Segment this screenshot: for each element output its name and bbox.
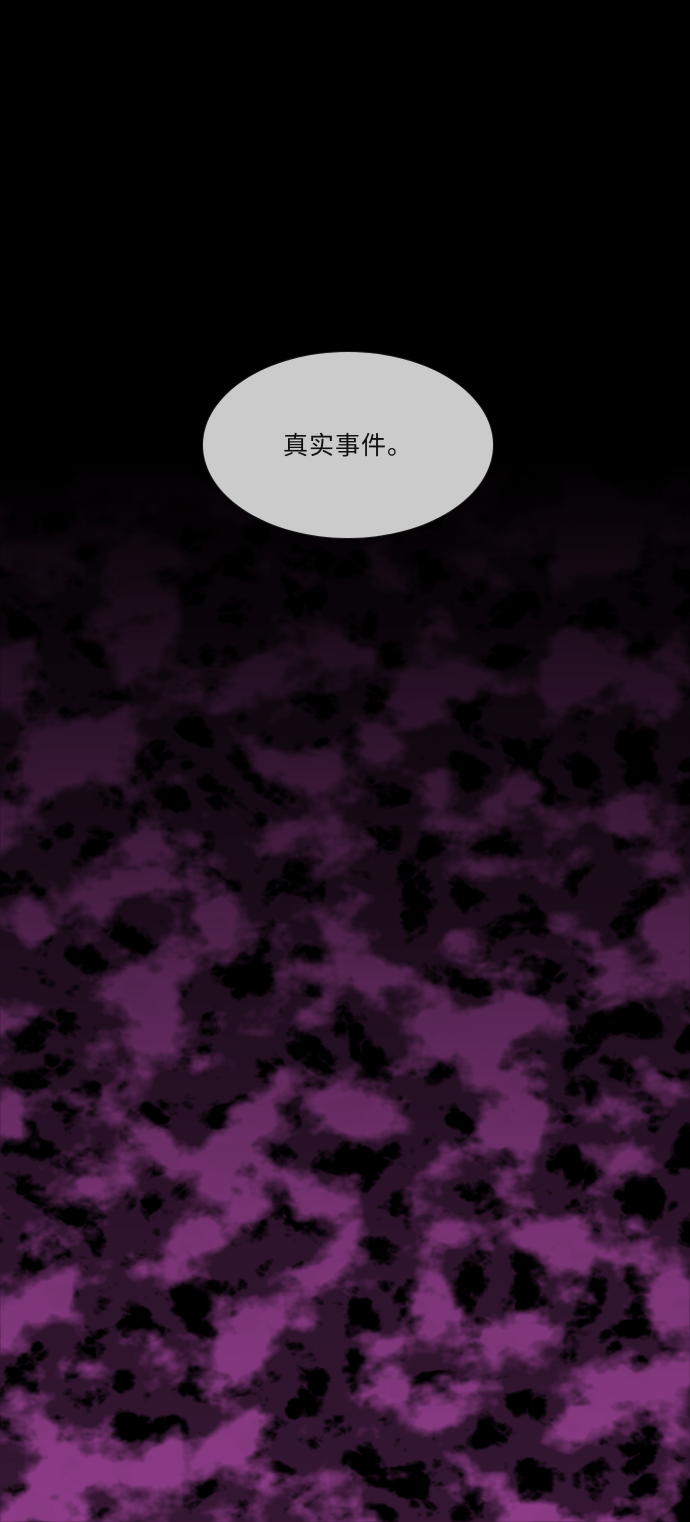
speech-bubble: 真实事件。	[202, 351, 494, 539]
comic-panel: 真实事件。	[0, 0, 690, 1522]
purple-smoke-texture	[0, 0, 690, 1522]
speech-bubble-text: 真实事件。	[282, 430, 413, 460]
